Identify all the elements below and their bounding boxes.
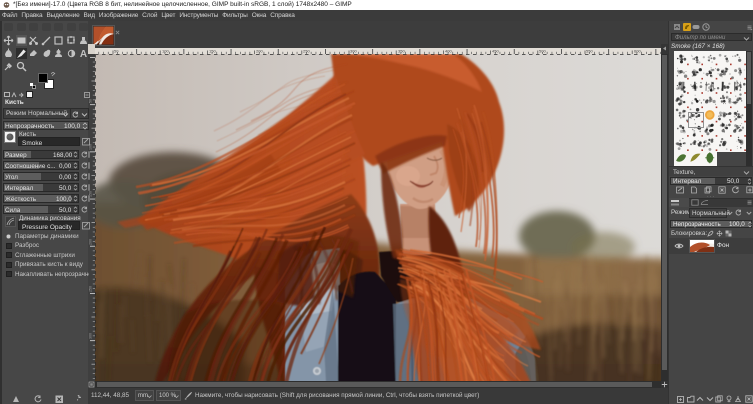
svg-text:200: 200 <box>256 49 263 54</box>
svg-text:250: 250 <box>89 286 93 292</box>
svg-text:350: 350 <box>398 49 405 54</box>
svg-text:50: 50 <box>114 49 119 54</box>
svg-text:300: 300 <box>350 49 357 54</box>
svg-text:250: 250 <box>303 49 310 54</box>
svg-text:A: A <box>80 49 87 59</box>
svg-text:300: 300 <box>89 333 93 339</box>
svg-text:450: 450 <box>492 49 499 54</box>
svg-text:600: 600 <box>634 49 641 54</box>
svg-text:100: 100 <box>162 49 169 54</box>
svg-text:150: 150 <box>209 49 216 54</box>
svg-text:550: 550 <box>586 49 593 54</box>
svg-text:50: 50 <box>89 99 93 103</box>
svg-text:200: 200 <box>89 239 93 245</box>
svg-text:400: 400 <box>445 49 452 54</box>
svg-text:500: 500 <box>539 49 546 54</box>
